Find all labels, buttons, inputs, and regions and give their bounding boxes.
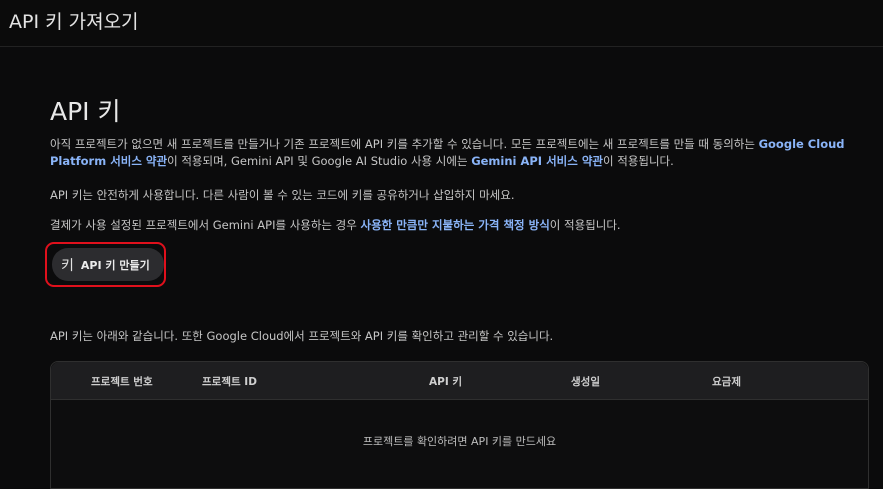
list-intro: API 키는 아래와 같습니다. 또한 Google Cloud에서 프로젝트와… [50, 329, 554, 343]
section-heading: API 키 [50, 97, 121, 126]
page-title: API 키 가져오기 [9, 11, 139, 33]
column-header-api-key[interactable]: API 키 [429, 374, 462, 389]
create-api-key-label: API 키 만들기 [80, 258, 150, 272]
intro-text-3: 이 적용됩니다. [603, 154, 674, 168]
security-note: API 키는 안전하게 사용합니다. 다른 사람이 볼 수 있는 코드에 키를 … [50, 188, 515, 202]
intro-text-1: 아직 프로젝트가 없으면 새 프로젝트를 만들거나 기존 프로젝트에 API 키… [50, 137, 759, 151]
billing-text-1: 결제가 사용 설정된 프로젝트에서 Gemini API를 사용하는 경우 [50, 218, 361, 232]
column-header-project-number[interactable]: 프로젝트 번호 [91, 374, 153, 389]
intro-text-2: 이 적용되며, Gemini API 및 Google AI Studio 사용… [167, 154, 472, 168]
key-icon: 키 [61, 257, 74, 274]
intro-paragraph: 아직 프로젝트가 없으면 새 프로젝트를 만들거나 기존 프로젝트에 API 키… [50, 136, 862, 170]
create-api-key-button[interactable]: 키 API 키 만들기 [52, 248, 164, 281]
pricing-link[interactable]: 사용한 만큼만 지불하는 가격 책정 방식 [360, 218, 549, 232]
column-header-plan[interactable]: 요금제 [712, 374, 741, 389]
billing-paragraph: 결제가 사용 설정된 프로젝트에서 Gemini API를 사용하는 경우 사용… [50, 217, 862, 234]
empty-state-message: 프로젝트를 확인하려면 API 키를 만드세요 [362, 435, 557, 448]
column-header-created[interactable]: 생성일 [571, 374, 600, 389]
column-header-project-id[interactable]: 프로젝트 ID [202, 374, 257, 389]
billing-text-2: 이 적용됩니다. [549, 218, 621, 232]
table-header: 프로젝트 번호 프로젝트 ID API 키 생성일 요금제 [51, 362, 868, 400]
api-keys-table: 프로젝트 번호 프로젝트 ID API 키 생성일 요금제 프로젝트를 확인하려… [50, 361, 869, 489]
top-bar: API 키 가져오기 [0, 0, 883, 47]
gemini-terms-link[interactable]: Gemini API 서비스 약관 [471, 154, 603, 168]
